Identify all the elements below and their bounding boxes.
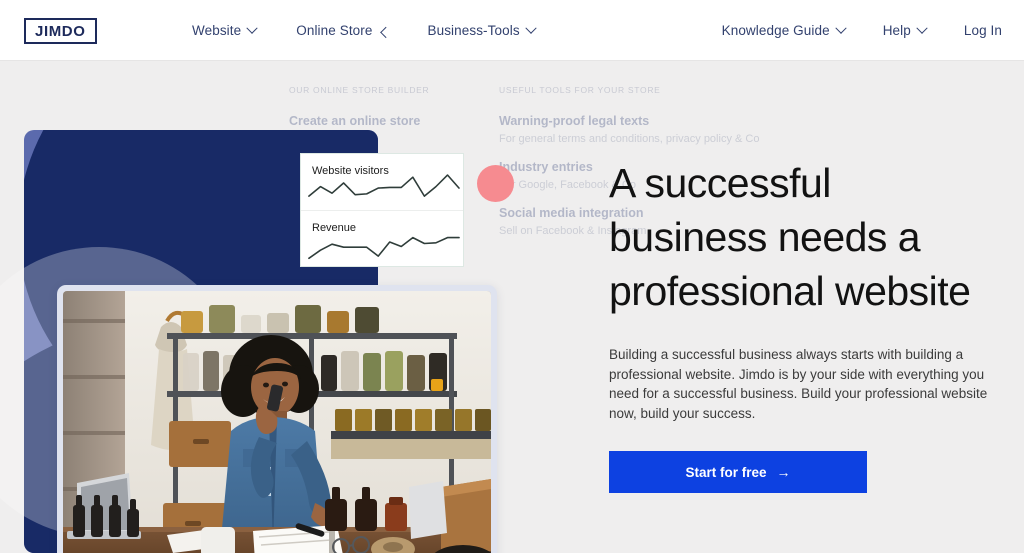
- jimdo-logo[interactable]: JIMDO: [24, 18, 97, 44]
- analytics-row-label: Website visitors: [312, 165, 389, 177]
- nav-item-label: Help: [882, 23, 911, 38]
- nav-item-log-in[interactable]: Log In: [964, 23, 1002, 38]
- analytics-row-website-visitors: Website visitors: [301, 154, 463, 211]
- nav-item-label: Online Store: [296, 23, 373, 38]
- nav-item-website[interactable]: Website: [192, 22, 258, 38]
- analytics-card: Website visitors Revenue: [300, 153, 464, 267]
- megamenu-heading: OUR ONLINE STORE BUILDER: [289, 85, 430, 95]
- hero-description: Building a successful business always st…: [609, 347, 988, 421]
- nav-item-label: Log In: [963, 23, 1002, 38]
- analytics-row-revenue: Revenue: [301, 211, 463, 266]
- start-for-free-button[interactable]: Start for free →: [609, 451, 867, 493]
- megamenu-sub-legal-texts: For general terms and conditions, privac…: [499, 133, 760, 145]
- primary-nav: Website Online Store Business-Tools: [192, 0, 537, 61]
- nav-item-label: Knowledge Guide: [721, 23, 830, 38]
- megamenu-heading: USEFUL TOOLS FOR YOUR STORE: [499, 85, 661, 95]
- nav-item-label: Business-Tools: [427, 23, 520, 38]
- shop-owner-photo: [63, 291, 491, 553]
- megamenu-link-legal-texts[interactable]: Warning-proof legal texts: [499, 114, 749, 128]
- chevron-down-icon: [835, 22, 847, 34]
- chevron-down-icon: [246, 22, 258, 34]
- secondary-nav: Knowledge Guide Help Log In: [722, 0, 1002, 61]
- chevron-down-icon: [916, 22, 928, 34]
- navbar: JIMDO Website Online Store Business-Tool…: [0, 0, 1024, 61]
- nav-item-business-tools[interactable]: Business-Tools: [427, 22, 537, 38]
- decorative-salmon-dot: [477, 165, 514, 202]
- website-visitors-line-chart: [308, 174, 460, 197]
- cta-label: Start for free: [685, 464, 767, 480]
- analytics-row-label: Revenue: [312, 222, 357, 234]
- arrow-right-icon: →: [776, 464, 791, 480]
- revenue-line-chart: [308, 236, 460, 260]
- nav-item-online-store[interactable]: Online Store: [296, 23, 392, 38]
- chevron-down-icon: [525, 22, 537, 34]
- nav-item-label: Website: [192, 23, 242, 38]
- nav-item-knowledge-guide[interactable]: Knowledge Guide: [721, 22, 847, 38]
- nav-item-help[interactable]: Help: [882, 22, 928, 38]
- hero-copy: A successful business needs a profession…: [609, 156, 999, 493]
- hero-photo-card: [57, 285, 497, 553]
- chevron-down-icon: [380, 26, 392, 38]
- shop-owner-illustration: [63, 291, 491, 553]
- page-title: A successful business needs a profession…: [609, 160, 971, 314]
- page-root: JIMDO Website Online Store Business-Tool…: [0, 0, 1024, 553]
- hero-section: OUR ONLINE STORE BUILDER Create an onlin…: [0, 61, 1024, 553]
- megamenu-link-create-store[interactable]: Create an online store: [289, 114, 459, 128]
